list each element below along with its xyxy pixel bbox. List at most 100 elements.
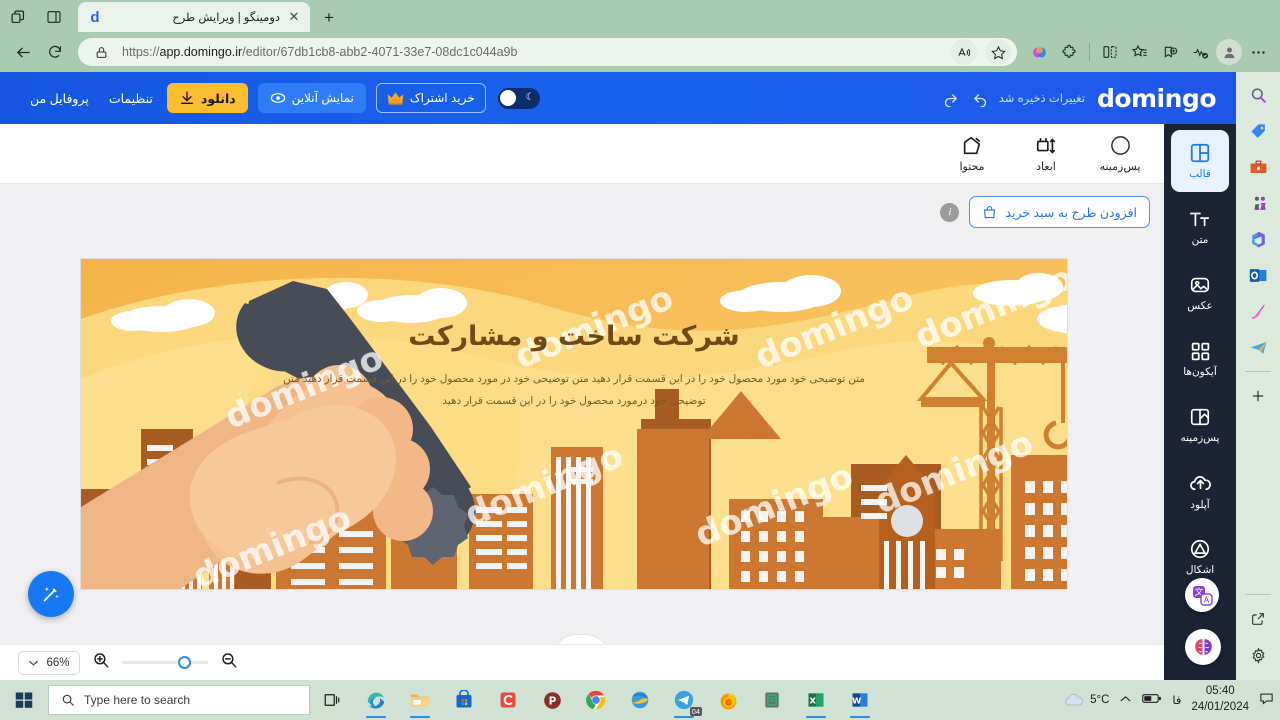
notepad-icon[interactable] <box>750 680 794 720</box>
notification-icon[interactable] <box>1259 691 1274 709</box>
app-logo[interactable]: domingo <box>1097 84 1217 113</box>
copilot-icon[interactable] <box>1025 38 1053 66</box>
camtasia-icon[interactable] <box>486 680 530 720</box>
text-icon <box>1189 212 1210 227</box>
undo-icon[interactable] <box>969 86 993 110</box>
translate-icon: 文A <box>1193 586 1213 606</box>
word-icon[interactable]: W <box>838 680 882 720</box>
magic-wand-button[interactable] <box>28 571 74 617</box>
profile-icon[interactable] <box>1216 39 1242 65</box>
translate-button[interactable]: 文A <box>1185 578 1219 612</box>
tool-dimensions[interactable]: ابعاد <box>1020 135 1072 173</box>
weather-temp: 5°C <box>1090 694 1110 706</box>
rail-item-text[interactable]: متن <box>1171 196 1229 258</box>
shopping-tag-icon[interactable] <box>1243 116 1273 146</box>
zoom-in-button[interactable] <box>92 651 110 674</box>
rail-label-background: پس‌زمینه <box>1180 432 1220 444</box>
moon-icon: ☾ <box>525 91 535 103</box>
reload-icon[interactable] <box>40 37 70 67</box>
zoom-level-select[interactable]: 66% <box>18 650 80 675</box>
settings-more-icon[interactable] <box>1244 38 1272 66</box>
internet-explorer-icon[interactable] <box>618 680 662 720</box>
chevron-down-icon <box>29 660 39 665</box>
svg-text:W: W <box>852 695 861 705</box>
zoom-out-button[interactable] <box>220 651 238 674</box>
telegram-icon[interactable]: 04 <box>662 680 706 720</box>
dark-mode-toggle[interactable]: ☾ <box>497 87 540 109</box>
chrome-icon[interactable] <box>574 680 618 720</box>
design-banner[interactable]: domingo domingo domingo domingo domingo … <box>80 258 1068 590</box>
profile-link[interactable]: پروفایل من <box>30 91 89 106</box>
search-icon[interactable] <box>1243 80 1273 110</box>
tools-icon[interactable] <box>1243 152 1273 182</box>
subscribe-button[interactable]: خرید اشتراک <box>375 83 486 113</box>
star-icon[interactable] <box>985 39 1011 65</box>
svg-text:P: P <box>548 695 556 707</box>
add-to-cart-button[interactable]: افزودن طرح به سبد خرید <box>969 196 1150 228</box>
open-in-new-icon[interactable] <box>1243 604 1273 634</box>
browser-essentials-icon[interactable] <box>1186 38 1214 66</box>
rail-label-shapes: اشکال <box>1185 564 1215 576</box>
windows-start-icon[interactable] <box>0 680 48 720</box>
extensions-icon[interactable] <box>1055 38 1083 66</box>
preview-online-button[interactable]: نمایش آنلاین <box>257 83 366 113</box>
zoom-slider-handle[interactable] <box>178 656 191 669</box>
read-aloud-icon[interactable] <box>951 39 977 65</box>
sidebar-divider <box>1245 371 1271 372</box>
collections-icon[interactable] <box>1126 38 1154 66</box>
rail-item-image[interactable]: عکس <box>1171 262 1229 324</box>
settings-link[interactable]: تنظیمات <box>109 91 153 106</box>
photoscape-icon[interactable]: P <box>530 680 574 720</box>
info-icon[interactable]: i <box>940 202 960 222</box>
file-explorer-icon[interactable] <box>398 680 442 720</box>
ai-assistant-button[interactable] <box>1185 629 1221 665</box>
rail-item-upload[interactable]: آپلود <box>1171 460 1229 522</box>
show-hidden-icons-icon[interactable] <box>1119 694 1132 706</box>
firefox-icon[interactable] <box>706 680 750 720</box>
background-icon <box>1190 408 1210 426</box>
taskbar-search-box[interactable]: Type here to search <box>48 685 310 715</box>
editor-toolbar: پس‌زمینه ابعاد محتوا <box>0 124 1164 184</box>
edge-icon[interactable] <box>354 680 398 720</box>
rail-item-icons[interactable]: آیکون‌ها <box>1171 328 1229 390</box>
games-icon[interactable] <box>1243 188 1273 218</box>
download-button[interactable]: دانلود <box>166 83 248 113</box>
tab-list-icon[interactable] <box>36 2 72 32</box>
rail-item-background[interactable]: پس‌زمینه <box>1171 394 1229 456</box>
image-creator-icon[interactable] <box>1243 296 1273 326</box>
crown-icon <box>387 91 404 105</box>
excel-icon[interactable]: X <box>794 680 838 720</box>
taskbar-clock[interactable]: 05:40 24/01/2024 <box>1191 684 1249 715</box>
svg-text:A: A <box>1204 596 1210 605</box>
search-icon <box>62 694 74 706</box>
address-url: https://app.domingo.ir/editor/67db1cb8-a… <box>122 45 943 59</box>
close-icon[interactable]: ✕ <box>286 9 302 25</box>
redo-icon[interactable] <box>939 86 963 110</box>
microsoft-store-icon[interactable] <box>442 680 486 720</box>
address-bar[interactable]: https://app.domingo.ir/editor/67db1cb8-a… <box>78 38 1017 66</box>
add-favorite-icon[interactable] <box>1156 38 1184 66</box>
language-indicator[interactable]: فا <box>1172 693 1181 707</box>
add-sidebar-icon[interactable] <box>1243 381 1273 411</box>
zoom-slider[interactable] <box>122 656 208 670</box>
outlook-icon[interactable] <box>1243 260 1273 290</box>
microsoft-365-icon[interactable] <box>1243 224 1273 254</box>
task-view-icon[interactable] <box>310 680 354 720</box>
preview-label: نمایش آنلاین <box>291 91 354 105</box>
back-arrow-icon[interactable] <box>8 37 38 67</box>
telegram-icon[interactable] <box>1243 332 1273 362</box>
sidebar-settings-icon[interactable] <box>1243 640 1273 670</box>
browser-tab[interactable]: d دومینگو | ویرایش طرح ✕ <box>78 2 310 32</box>
weather-widget[interactable]: 5°C <box>1064 693 1109 707</box>
new-tab-button[interactable]: + <box>314 4 344 32</box>
tool-content[interactable]: محتوا <box>946 135 998 173</box>
url-path: /editor/67db1cb8-abb2-4071-33e7-08dc1c04… <box>242 45 518 59</box>
split-screen-icon[interactable] <box>1096 38 1124 66</box>
url-domain: app.domingo.ir <box>159 45 243 59</box>
tab-actions-icon[interactable] <box>0 2 36 32</box>
toggle-knob <box>500 90 517 106</box>
tool-background[interactable]: پس‌زمینه <box>1094 134 1146 173</box>
battery-icon[interactable] <box>1142 692 1162 708</box>
rail-item-template[interactable]: قالب <box>1171 130 1229 192</box>
rail-label-upload: آپلود <box>1190 498 1210 511</box>
